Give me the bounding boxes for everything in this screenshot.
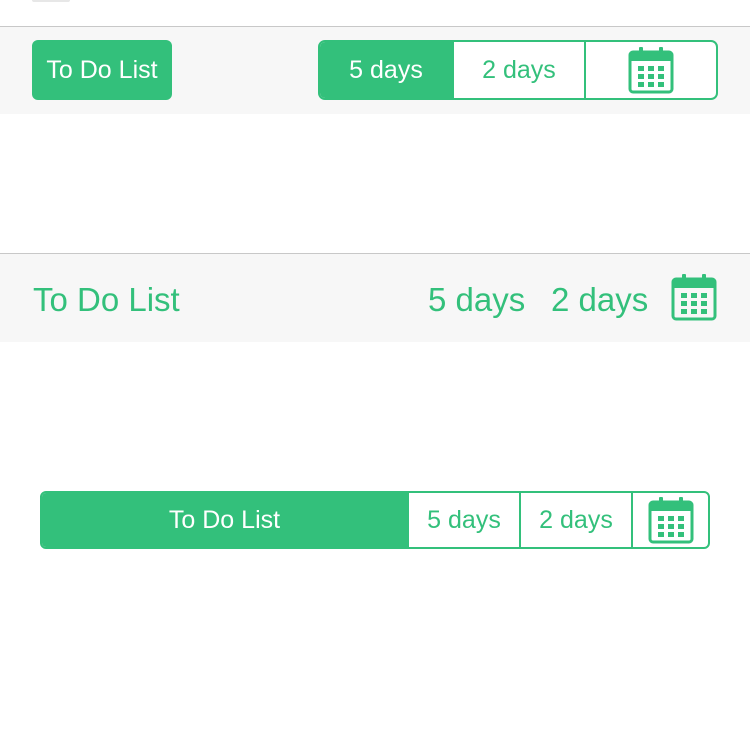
segmented-control-full: To Do List 5 days 2 days — [40, 491, 710, 549]
segment-5-days[interactable]: 5 days — [320, 42, 452, 98]
todo-list-link[interactable]: To Do List — [33, 280, 180, 320]
segment-todo-list[interactable]: To Do List — [42, 493, 407, 547]
toolbar-plain: To Do List 5 days 2 days — [0, 253, 750, 342]
segment-2-days[interactable]: 2 days — [519, 493, 631, 547]
calendar-icon — [671, 273, 717, 321]
toolbar-boxed: To Do List 5 days 2 days — [0, 26, 750, 114]
segment-2-days[interactable]: 2 days — [451, 42, 584, 98]
top-edge-stub — [32, 0, 70, 2]
segment-calendar[interactable] — [631, 493, 708, 547]
calendar-icon — [628, 46, 674, 94]
segment-5-days[interactable]: 5 days — [407, 493, 519, 547]
two-days-link[interactable]: 2 days — [551, 280, 648, 320]
todo-list-button[interactable]: To Do List — [32, 40, 172, 100]
segment-calendar[interactable] — [583, 42, 716, 98]
calendar-icon — [648, 496, 694, 544]
calendar-button[interactable] — [671, 273, 717, 321]
view-segmented-control: 5 days 2 days — [318, 40, 718, 100]
five-days-link[interactable]: 5 days — [428, 280, 525, 320]
